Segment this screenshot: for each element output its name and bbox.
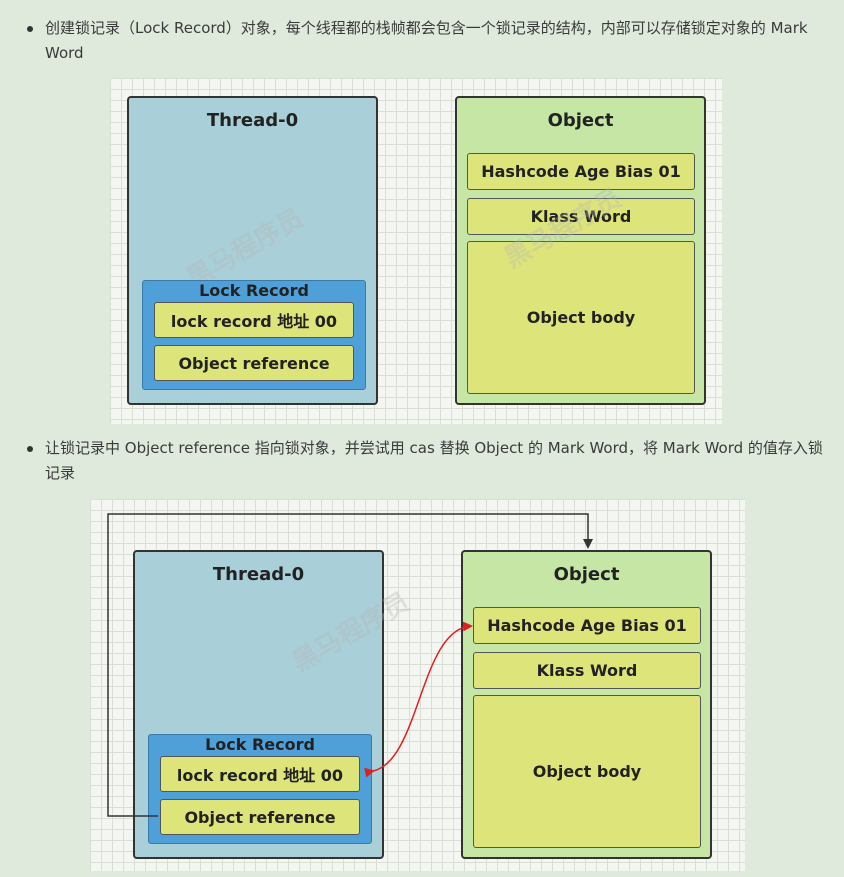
klass-word-slot: Klass Word — [467, 198, 695, 235]
object-reference-slot: Object reference — [160, 799, 360, 835]
diagram-create-lock-record: Thread-0 黑马程序员 Lock Record lock record 地… — [110, 78, 722, 424]
lock-record-title: Lock Record — [205, 735, 315, 754]
cas-swap-arrow — [364, 621, 473, 778]
diagram-cas-replace: Thread-0 黑马程序员 Lock Record lock record 地… — [90, 499, 745, 871]
object-body-slot: Object body — [473, 695, 701, 848]
thread-title: Thread-0 — [206, 110, 299, 131]
object-reference-slot: Object reference — [154, 345, 354, 381]
lock-record-slot: lock record 地址 00 — [154, 302, 354, 338]
bullet-cas-replace: 让锁记录中 Object reference 指向锁对象，并尝试用 cas 替换… — [27, 436, 830, 486]
object-box: Object Hashcode Age Bias 01 Klass Word O… — [461, 550, 712, 859]
mark-word-slot: Hashcode Age Bias 01 — [473, 607, 701, 644]
klass-word-slot: Klass Word — [473, 652, 701, 689]
lock-record-slot: lock record 地址 00 — [160, 756, 360, 792]
thread-box: Thread-0 黑马程序员 Lock Record lock record 地… — [133, 550, 415, 859]
lock-record: Lock Record lock record 地址 00 Object ref… — [142, 280, 366, 390]
bullet-lock-record: 创建锁记录（Lock Record）对象，每个线程都的栈帧都会包含一个锁记录的结… — [27, 16, 830, 66]
thread-box: Thread-0 黑马程序员 Lock Record lock record 地… — [127, 96, 378, 405]
object-box: Object Hashcode Age Bias 01 Klass Word O… — [455, 96, 706, 405]
object-body-slot: Object body — [467, 241, 695, 394]
lock-record-title: Lock Record — [199, 281, 309, 300]
mark-word-slot: Hashcode Age Bias 01 — [467, 153, 695, 190]
thread-title: Thread-0 — [212, 564, 305, 585]
object-title: Object — [553, 564, 620, 585]
watermark: 黑马程序员 — [287, 587, 416, 679]
object-title: Object — [547, 110, 614, 131]
lock-record: Lock Record lock record 地址 00 Object ref… — [148, 734, 372, 844]
